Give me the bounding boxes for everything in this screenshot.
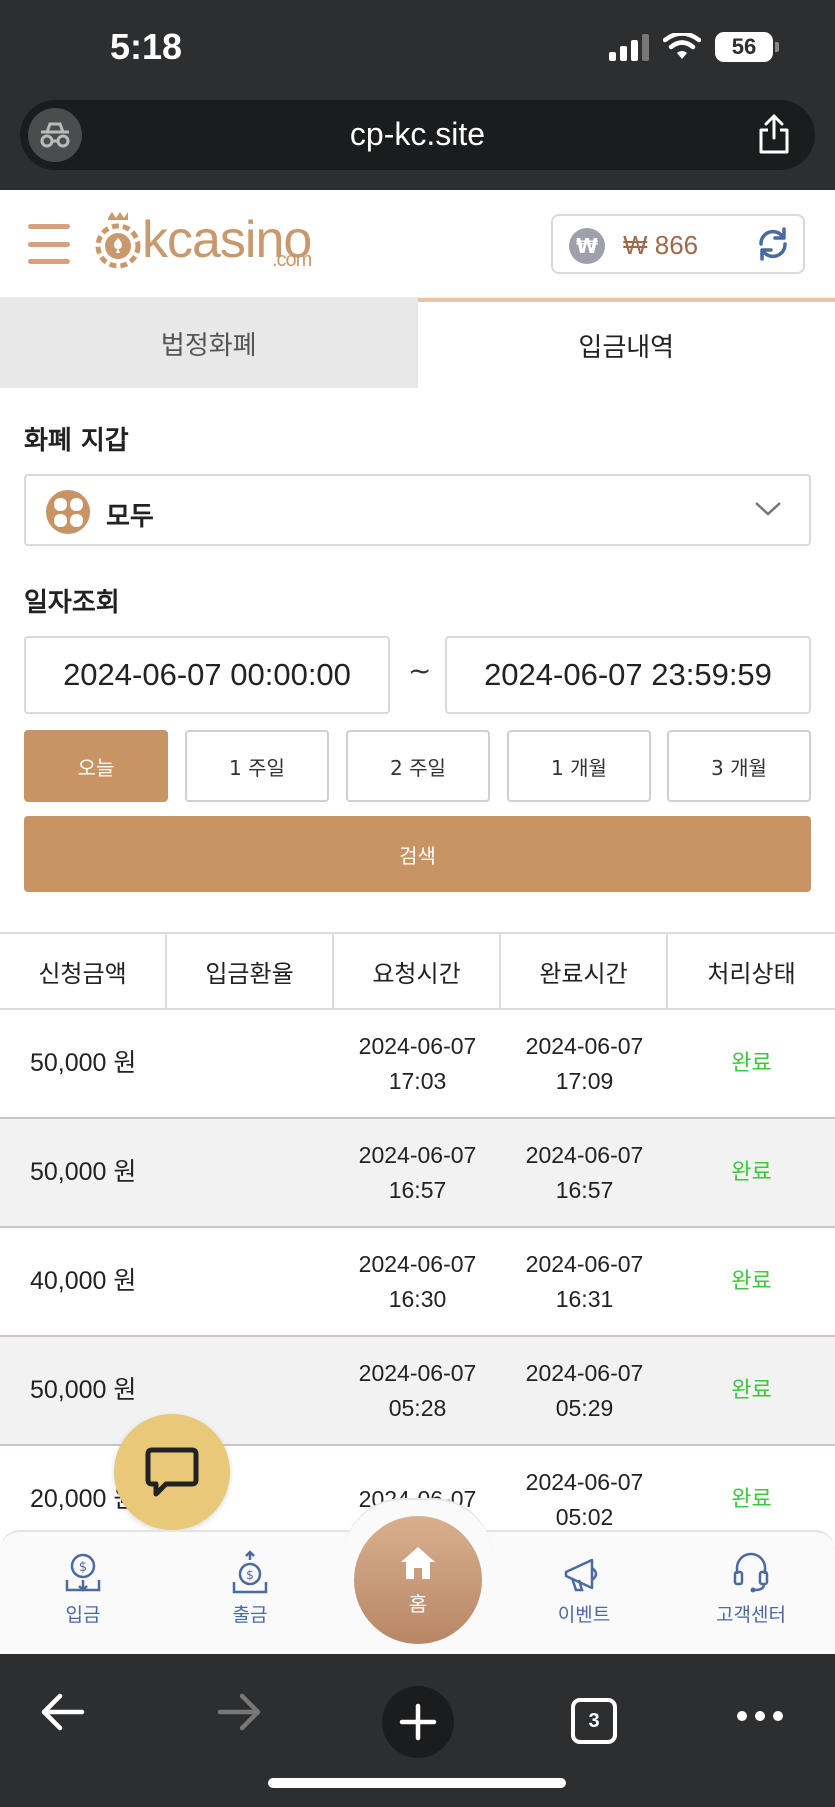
search-button[interactable]: 검색: [24, 816, 811, 892]
cell-status: 완료: [731, 1269, 772, 1294]
cell-amount: 50,000 원: [30, 1158, 137, 1186]
table-header: 신청금액 입금환율 요청시간 완료시간 처리상태: [0, 932, 835, 1010]
browser-chrome: 5:18 56 cp-kc.site: [0, 0, 835, 190]
wallet-select-value: 모두: [106, 502, 154, 532]
tab-bar: 법정화폐 입금내역: [0, 298, 835, 388]
cell-request-time: 2024-06-07 17:03: [358, 1032, 477, 1094]
wallet-label: 화폐 지갑: [24, 426, 129, 456]
more-icon[interactable]: [736, 1710, 784, 1722]
chat-bubble-icon: [145, 1447, 199, 1497]
share-icon[interactable]: [757, 114, 791, 154]
won-currency-icon: ₩: [569, 228, 605, 264]
cell-complete-time: 2024-06-07 16:31: [525, 1250, 644, 1312]
tab-fiat[interactable]: 법정화폐: [0, 298, 418, 388]
table-row: 50,000 원 2024-06-07 17:03 2024-06-07 17:09…: [0, 1010, 835, 1119]
range-2week-button[interactable]: 2 주일: [346, 730, 490, 802]
cell-request-time: 2024-06-07 05:28: [358, 1359, 477, 1421]
withdraw-icon: $: [232, 1550, 268, 1594]
chat-button[interactable]: [114, 1414, 230, 1530]
chevron-down-icon: [755, 502, 781, 516]
cell-amount: 50,000 원: [30, 1049, 137, 1077]
address-bar[interactable]: cp-kc.site: [20, 100, 815, 170]
plus-icon: [399, 1703, 437, 1741]
cell-status: 완료: [731, 1160, 772, 1185]
cell-request-time: 2024-06-07 16:57: [358, 1141, 477, 1203]
date-to-input[interactable]: 2024-06-07 23:59:59: [445, 636, 811, 714]
table-row: 40,000 원 2024-06-07 16:30 2024-06-07 16:31…: [0, 1228, 835, 1337]
header-amount: 신청금액: [0, 934, 167, 1008]
all-grid-icon: [46, 490, 90, 534]
cell-rate: [167, 1119, 334, 1226]
back-icon[interactable]: [38, 1692, 86, 1732]
range-3month-button[interactable]: 3 개월: [667, 730, 811, 802]
wallet-select[interactable]: 모두: [24, 474, 811, 546]
logo[interactable]: kcasino .com: [94, 210, 312, 271]
megaphone-icon: [564, 1558, 598, 1592]
menu-icon[interactable]: [28, 224, 70, 264]
home-icon: [401, 1546, 435, 1579]
chip-logo-icon: [95, 212, 141, 269]
header-status: 처리상태: [707, 959, 796, 988]
tab-deposit-history[interactable]: 입금내역: [417, 298, 835, 388]
forward-icon[interactable]: [216, 1692, 264, 1732]
cell-status: 완료: [731, 1378, 772, 1403]
date-label: 일자조회: [24, 588, 120, 618]
home-indicator: [268, 1778, 566, 1788]
cell-complete-time: 2024-06-07 16:57: [525, 1141, 644, 1203]
range-1month-button[interactable]: 1 개월: [507, 730, 651, 802]
range-today-button[interactable]: 오늘: [24, 730, 168, 802]
header-complete-time: 완료시간: [501, 934, 668, 1008]
wifi-icon: [663, 33, 701, 59]
deposit-icon: $: [65, 1553, 101, 1592]
cell-rate: [167, 1010, 334, 1117]
nav-deposit[interactable]: $ 입금: [23, 1550, 143, 1627]
svg-text:$: $: [246, 1568, 254, 1582]
cell-complete-time: 2024-06-07 17:09: [525, 1032, 644, 1094]
app-header: kcasino .com ₩ ₩ 866: [0, 190, 835, 298]
svg-text:$: $: [79, 1560, 87, 1575]
header-request-time: 요청시간: [334, 934, 501, 1008]
cell-rate: [167, 1228, 334, 1335]
cell-complete-time: 2024-06-07 05:29: [525, 1359, 644, 1421]
logo-subtext: .com: [271, 249, 312, 271]
nav-support[interactable]: 고객센터: [691, 1550, 811, 1627]
status-time: 5:18: [110, 26, 183, 67]
nav-withdraw[interactable]: $ 출금: [190, 1550, 310, 1627]
signal-icon: [609, 33, 649, 61]
table-row: 50,000 원 2024-06-07 05:28 2024-06-07 05:29…: [0, 1337, 835, 1446]
nav-event[interactable]: 이벤트: [524, 1550, 644, 1627]
nav-home[interactable]: 홈: [354, 1516, 482, 1644]
header-rate: 입금환율: [167, 934, 334, 1008]
date-from-input[interactable]: 2024-06-07 00:00:00: [24, 636, 390, 714]
date-separator: ~: [408, 654, 432, 687]
cell-request-time: 2024-06-07 16:30: [358, 1250, 477, 1312]
battery-icon: 56: [715, 32, 779, 62]
new-tab-button[interactable]: [382, 1686, 454, 1758]
table-row: 50,000 원 2024-06-07 16:57 2024-06-07 16:57…: [0, 1119, 835, 1228]
range-1week-button[interactable]: 1 주일: [185, 730, 329, 802]
status-icons: 56: [609, 32, 779, 62]
url-text[interactable]: cp-kc.site: [20, 116, 815, 153]
cell-amount: 40,000 원: [30, 1267, 137, 1295]
refresh-icon[interactable]: [753, 224, 793, 264]
logo-text: kcasino .com: [142, 214, 312, 271]
balance-amount: ₩ 866: [623, 230, 699, 260]
headset-icon: [733, 1552, 769, 1593]
cell-status: 완료: [731, 1051, 772, 1076]
balance-box: ₩ ₩ 866: [551, 214, 805, 274]
nav-home-label: 홈: [408, 1591, 428, 1616]
tabs-count-button[interactable]: 3: [571, 1698, 617, 1744]
